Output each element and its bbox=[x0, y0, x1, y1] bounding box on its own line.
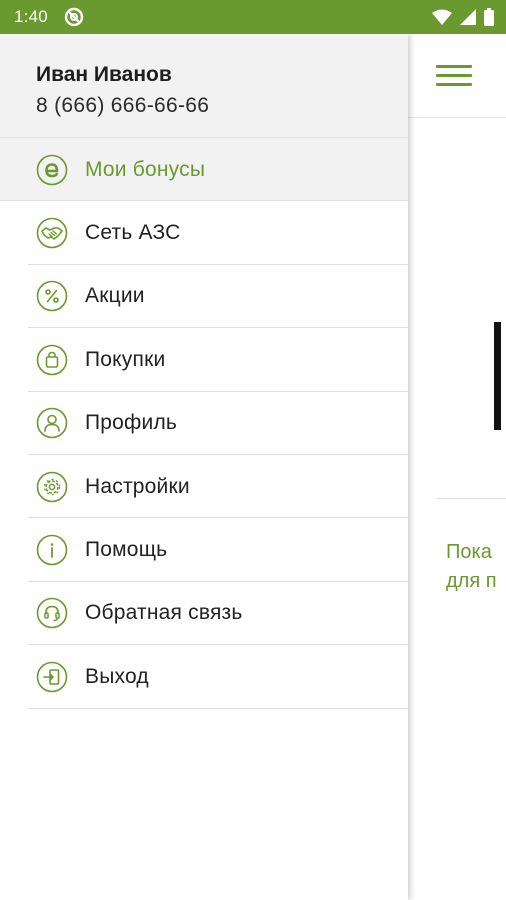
menu-label-logout: Выход bbox=[85, 664, 149, 688]
headset-icon bbox=[36, 598, 68, 629]
wifi-icon bbox=[432, 9, 452, 25]
hint-line-2: для п bbox=[446, 570, 497, 592]
menu-label-feedback: Обратная связь bbox=[85, 601, 243, 625]
menu-item-help[interactable]: Помощь bbox=[0, 518, 408, 583]
menu-label-settings: Настройки bbox=[85, 474, 190, 498]
drawer-header: Иван Иванов 8 (666) 666-66-66 bbox=[0, 34, 408, 138]
hint-line-1: Пока bbox=[446, 541, 492, 563]
signal-icon bbox=[460, 9, 476, 25]
menu-item-feedback[interactable]: Обратная связь bbox=[0, 582, 408, 646]
handshake-icon bbox=[36, 217, 68, 249]
battery-icon bbox=[484, 8, 494, 26]
sync-icon bbox=[64, 7, 84, 27]
bonus-e-icon bbox=[36, 154, 68, 185]
app-toolbar bbox=[408, 34, 506, 118]
status-right bbox=[432, 8, 494, 26]
menu-item-my-bonuses[interactable]: Мои бонусы bbox=[0, 138, 408, 202]
hamburger-icon[interactable] bbox=[436, 62, 472, 88]
menu-label-purchases: Покупки bbox=[85, 347, 166, 371]
status-left: 1:40 bbox=[14, 7, 84, 27]
gear-icon bbox=[36, 471, 68, 502]
background-hint-text: Пока для п bbox=[446, 538, 506, 596]
barcode-fragment bbox=[494, 322, 501, 430]
menu-item-purchases[interactable]: Покупки bbox=[0, 328, 408, 392]
background-divider bbox=[436, 498, 506, 499]
menu-item-profile[interactable]: Профиль bbox=[0, 392, 408, 456]
menu-item-promotions[interactable]: Акции bbox=[0, 265, 408, 329]
menu-label-profile: Профиль bbox=[85, 411, 178, 435]
menu-item-gas-stations[interactable]: Сеть АЗС bbox=[0, 201, 408, 266]
status-bar: 1:40 bbox=[0, 0, 506, 34]
menu-item-settings[interactable]: Настройки bbox=[0, 455, 408, 519]
person-icon bbox=[36, 407, 68, 439]
drawer-menu: Мои бонусы Сеть АЗС Акции Покупки Профил… bbox=[0, 138, 408, 709]
menu-label-promotions: Акции bbox=[85, 284, 145, 308]
info-icon bbox=[36, 534, 68, 566]
user-phone: 8 (666) 666-66-66 bbox=[36, 94, 210, 117]
menu-item-logout[interactable]: Выход bbox=[0, 645, 408, 709]
menu-label-gas-stations: Сеть АЗС bbox=[85, 221, 181, 245]
menu-label-my-bonuses: Мои бонусы bbox=[85, 157, 206, 181]
status-time: 1:40 bbox=[14, 7, 48, 26]
logout-icon bbox=[36, 661, 68, 693]
shopping-bag-icon bbox=[36, 344, 68, 376]
navigation-drawer: Иван Иванов 8 (666) 666-66-66 Мои бонусы… bbox=[0, 34, 408, 900]
menu-label-help: Помощь bbox=[85, 538, 168, 562]
user-name: Иван Иванов bbox=[36, 63, 172, 86]
percent-icon bbox=[36, 281, 68, 312]
